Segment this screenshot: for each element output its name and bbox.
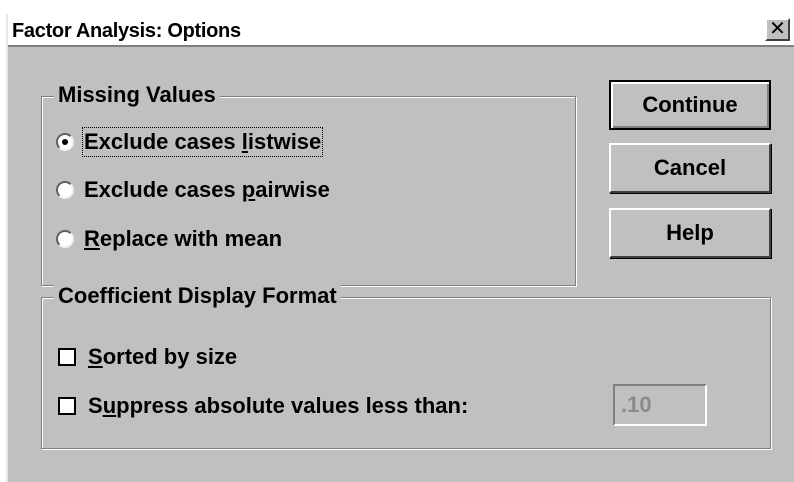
coefficient-display-group: Coefficient Display Format bbox=[41, 283, 771, 449]
title-bar: Factor Analysis: Options ✕ bbox=[8, 14, 794, 47]
radio-label: Exclude cases pairwise bbox=[84, 177, 330, 202]
radio-button[interactable] bbox=[56, 133, 74, 151]
window-title: Factor Analysis: Options bbox=[12, 20, 241, 42]
checkbox[interactable] bbox=[58, 348, 76, 366]
missing-values-legend: Missing Values bbox=[54, 82, 220, 108]
radio-label: Exclude cases listwise bbox=[81, 127, 324, 157]
factor-analysis-options-dialog: Factor Analysis: Options ✕ Missing Value… bbox=[6, 14, 794, 482]
checkbox[interactable] bbox=[58, 397, 76, 415]
checkbox-label: Suppress absolute values less than: bbox=[88, 393, 469, 418]
continue-button[interactable]: Continue bbox=[609, 80, 771, 130]
checkbox-suppress-values[interactable]: Suppress absolute values less than: bbox=[58, 391, 468, 421]
close-button[interactable]: ✕ bbox=[765, 18, 790, 41]
radio-label: Replace with mean bbox=[84, 226, 283, 251]
radio-exclude-pairwise[interactable]: Exclude cases pairwise bbox=[56, 175, 330, 205]
radio-button[interactable] bbox=[56, 230, 74, 248]
radio-selected-dot bbox=[62, 139, 68, 145]
close-icon: ✕ bbox=[769, 18, 786, 40]
suppress-threshold-input[interactable]: .10 bbox=[613, 384, 707, 426]
help-button[interactable]: Help bbox=[609, 208, 771, 258]
radio-replace-with-mean[interactable]: Replace with mean bbox=[56, 224, 282, 254]
checkbox-label: Sorted by size bbox=[88, 344, 238, 369]
coefficient-display-legend: Coefficient Display Format bbox=[54, 283, 341, 309]
checkbox-sorted-by-size[interactable]: Sorted by size bbox=[58, 342, 237, 372]
radio-exclude-listwise[interactable]: Exclude cases listwise bbox=[56, 127, 324, 157]
cancel-button[interactable]: Cancel bbox=[609, 143, 771, 193]
radio-button[interactable] bbox=[56, 181, 74, 199]
